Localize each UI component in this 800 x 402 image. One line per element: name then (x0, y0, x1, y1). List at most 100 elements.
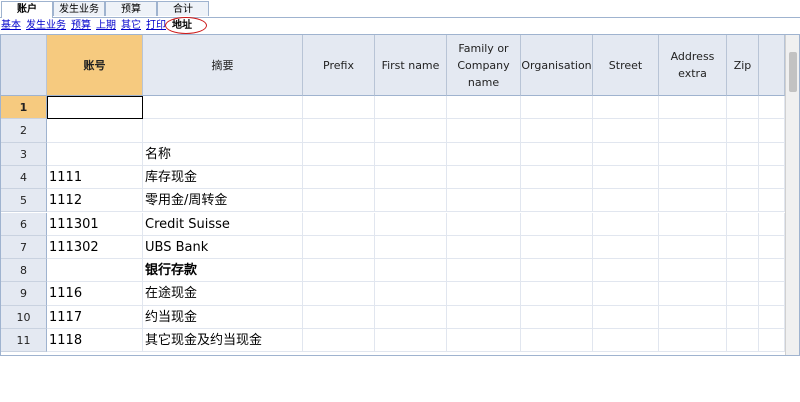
cell-address-field[interactable] (759, 212, 785, 236)
cell-address-field[interactable] (759, 142, 785, 166)
column-header-prefix[interactable]: Prefix (303, 35, 375, 96)
cell-address-field[interactable] (759, 119, 785, 143)
cell-address-field[interactable] (759, 259, 785, 283)
cell-address-field[interactable] (447, 119, 521, 143)
cell-address-field[interactable] (659, 235, 727, 260)
cell-address-field[interactable] (759, 165, 785, 190)
column-header-zip[interactable]: Zip (727, 35, 759, 96)
cell-address-field[interactable] (303, 142, 375, 166)
cell-address-field[interactable] (659, 282, 727, 306)
cell-address-field[interactable] (759, 282, 785, 306)
cell-description[interactable]: 其它现金及约当现金 (143, 329, 303, 353)
cell-address-field[interactable] (303, 119, 375, 143)
cell-address-field[interactable] (727, 212, 759, 236)
cell-address-field[interactable] (375, 189, 447, 213)
cell-address-field[interactable] (759, 235, 785, 260)
cell-address-field[interactable] (375, 96, 447, 120)
cell-account[interactable]: 1111 (47, 165, 143, 190)
cell-description[interactable]: 约当现金 (143, 305, 303, 329)
cell-description[interactable]: 零用金/周转金 (143, 189, 303, 213)
cell-address-field[interactable] (521, 96, 593, 120)
cell-address-field[interactable] (375, 282, 447, 306)
cell-address-field[interactable] (303, 282, 375, 306)
cell-address-field[interactable] (759, 305, 785, 329)
cell-address-field[interactable] (593, 96, 659, 120)
cell-address-field[interactable] (375, 259, 447, 283)
cell-address-field[interactable] (659, 119, 727, 143)
cell-address-field[interactable] (727, 165, 759, 190)
view-transactions[interactable]: 发生业务 (26, 18, 66, 34)
column-header-account[interactable]: 账号 (47, 35, 143, 96)
cell-address-field[interactable] (659, 212, 727, 236)
cell-address-field[interactable] (727, 259, 759, 283)
cell-address-field[interactable] (521, 119, 593, 143)
cell-address-field[interactable] (593, 235, 659, 260)
cell-address-field[interactable] (375, 212, 447, 236)
column-header-description[interactable]: 摘要 (143, 35, 303, 96)
cell-address-field[interactable] (303, 189, 375, 213)
cell-address-field[interactable] (375, 329, 447, 353)
row-number[interactable]: 8 (1, 259, 47, 283)
cell-account[interactable]: 1112 (47, 189, 143, 213)
cell-account[interactable]: 111302 (47, 235, 143, 260)
cell-address-field[interactable] (727, 235, 759, 260)
column-header-first-name[interactable]: First name (375, 35, 447, 96)
cell-account[interactable] (47, 142, 143, 166)
cell-address-field[interactable] (659, 142, 727, 166)
cell-address-field[interactable] (303, 212, 375, 236)
cell-address-field[interactable] (521, 212, 593, 236)
row-number[interactable]: 7 (1, 235, 47, 260)
cell-address-field[interactable] (521, 235, 593, 260)
cell-address-field[interactable] (303, 305, 375, 329)
cell-address-field[interactable] (521, 142, 593, 166)
row-number[interactable]: 3 (1, 142, 47, 166)
cell-address-field[interactable] (659, 96, 727, 120)
cell-account[interactable]: 111301 (47, 212, 143, 236)
cell-account[interactable]: 1118 (47, 329, 143, 353)
cell-account[interactable] (47, 96, 143, 120)
cell-account[interactable] (47, 259, 143, 283)
cell-address-field[interactable] (659, 189, 727, 213)
row-number[interactable]: 10 (1, 305, 47, 329)
cell-address-field[interactable] (593, 212, 659, 236)
cell-address-field[interactable] (447, 282, 521, 306)
cell-address-field[interactable] (521, 259, 593, 283)
cell-address-field[interactable] (447, 305, 521, 329)
cell-description[interactable]: 名称 (143, 142, 303, 166)
cell-address-field[interactable] (659, 165, 727, 190)
cell-description[interactable]: 银行存款 (143, 259, 303, 283)
cell-address-field[interactable] (659, 259, 727, 283)
cell-address-field[interactable] (303, 259, 375, 283)
cell-address-field[interactable] (521, 189, 593, 213)
tab-transactions[interactable]: 发生业务 (53, 1, 105, 16)
cell-address-field[interactable] (447, 142, 521, 166)
row-number[interactable]: 5 (1, 189, 47, 213)
cell-address-field[interactable] (447, 165, 521, 190)
cell-address-field[interactable] (375, 119, 447, 143)
cell-address-field[interactable] (447, 259, 521, 283)
cell-address-field[interactable] (303, 96, 375, 120)
cell-address-field[interactable] (447, 189, 521, 213)
row-number[interactable]: 4 (1, 165, 47, 190)
cell-address-field[interactable] (521, 329, 593, 353)
cell-address-field[interactable] (375, 142, 447, 166)
cell-address-field[interactable] (727, 189, 759, 213)
cell-address-field[interactable] (375, 235, 447, 260)
tab-totals[interactable]: 合计 (157, 1, 209, 16)
cell-address-field[interactable] (593, 189, 659, 213)
view-budget[interactable]: 预算 (71, 18, 91, 34)
tab-budget[interactable]: 预算 (105, 1, 157, 16)
cell-address-field[interactable] (593, 119, 659, 143)
row-number[interactable]: 9 (1, 282, 47, 306)
cell-address-field[interactable] (303, 329, 375, 353)
scrollbar-thumb[interactable] (789, 52, 797, 92)
cell-account[interactable]: 1116 (47, 282, 143, 306)
cell-address-field[interactable] (727, 305, 759, 329)
cell-description[interactable] (143, 119, 303, 143)
cell-address-field[interactable] (593, 165, 659, 190)
view-base[interactable]: 基本 (1, 18, 21, 34)
view-print[interactable]: 打印 (146, 18, 166, 34)
cell-address-field[interactable] (375, 305, 447, 329)
row-number[interactable]: 1 (1, 96, 47, 120)
cell-description[interactable] (143, 96, 303, 120)
